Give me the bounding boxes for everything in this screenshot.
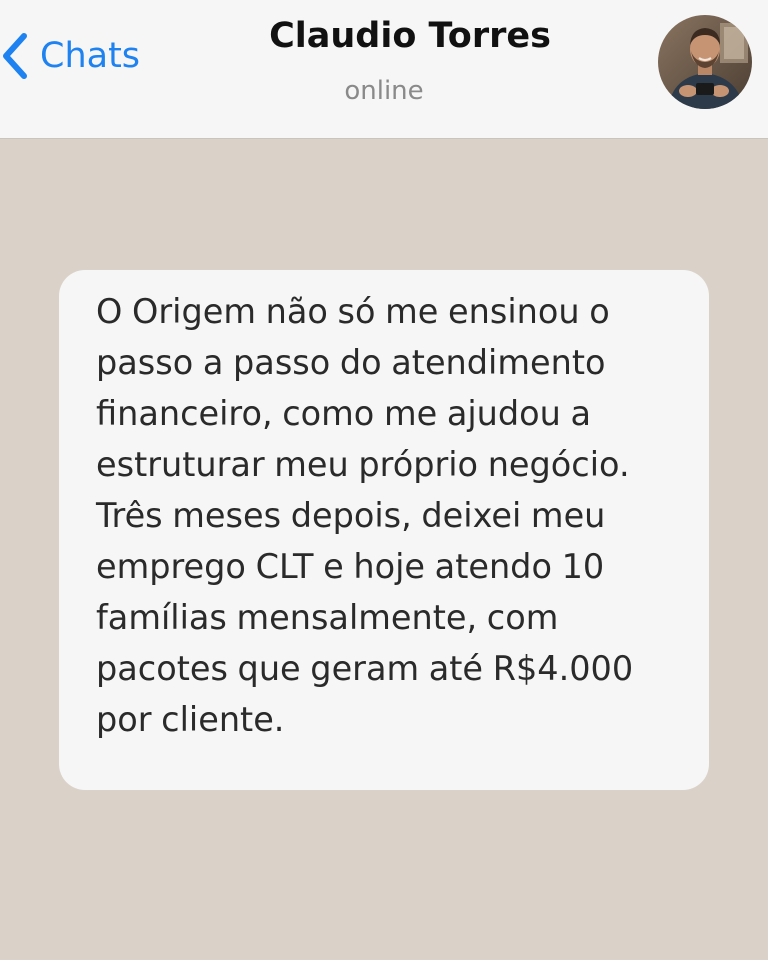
message-text: O Origem não só me ensinou o passo a pas… [96,292,634,739]
contact-name[interactable]: Claudio Torres [0,16,768,56]
chat-header: Chats Claudio Torres online [0,0,768,139]
contact-status: online [344,76,424,106]
avatar[interactable] [658,15,752,109]
message-bubble[interactable]: O Origem não só me ensinou o passo a pas… [59,270,709,790]
chat-area[interactable]: O Origem não só me ensinou o passo a pas… [0,139,768,960]
